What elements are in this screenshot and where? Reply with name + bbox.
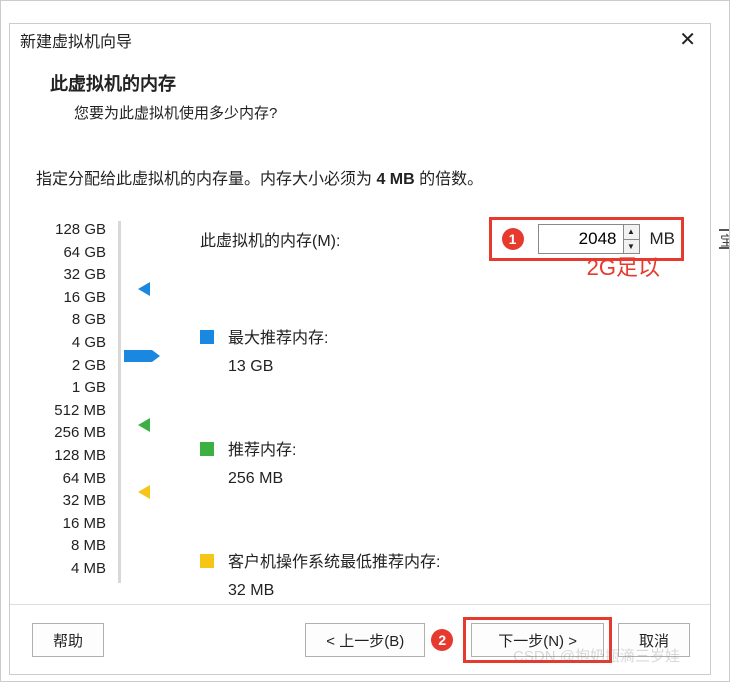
annotation-badge-1: 1 xyxy=(502,228,524,250)
page-title: 此虚拟机的内存 xyxy=(50,70,690,96)
tick: 1 GB xyxy=(36,377,106,400)
instruction-post: 的倍数。 xyxy=(415,171,483,188)
highlight-box-2: 下一步(N) > xyxy=(463,617,612,663)
square-icon-rec xyxy=(200,442,214,456)
page-subtitle: 您要为此虚拟机使用多少内存? xyxy=(74,102,690,123)
reco-min-value: 32 MB xyxy=(228,578,440,604)
slider-ticks: 128 GB 64 GB 32 GB 16 GB 8 GB 4 GB 2 GB … xyxy=(36,219,108,604)
footer: 帮助 < 上一步(B) 2 下一步(N) > 取消 xyxy=(10,604,710,677)
reco-max-value: 13 GB xyxy=(228,354,328,380)
tick: 32 GB xyxy=(36,264,106,287)
tick: 16 MB xyxy=(36,513,106,536)
reco-rec-value: 256 MB xyxy=(228,466,296,492)
spin-up-icon[interactable]: ▲ xyxy=(624,225,639,240)
reco-max-label: 最大推荐内存: xyxy=(228,326,328,352)
header: 此虚拟机的内存 您要为此虚拟机使用多少内存? xyxy=(10,60,710,145)
tick: 4 GB xyxy=(36,332,106,355)
next-button[interactable]: 下一步(N) > xyxy=(471,623,604,657)
window-title: 新建虚拟机向导 xyxy=(20,28,132,52)
rec-pointer-icon xyxy=(138,418,150,432)
back-button[interactable]: < 上一步(B) xyxy=(305,623,425,657)
reco-max: 最大推荐内存: 13 GB xyxy=(200,326,684,380)
tick: 512 MB xyxy=(36,400,106,423)
min-pointer-icon xyxy=(138,485,150,499)
tick: 256 MB xyxy=(36,422,106,445)
cancel-button[interactable]: 取消 xyxy=(618,623,690,657)
tick: 128 GB xyxy=(36,219,106,242)
tick: 32 MB xyxy=(36,490,106,513)
close-icon[interactable]: ✕ xyxy=(673,28,702,52)
tick: 128 MB xyxy=(36,445,106,468)
wizard-dialog: 新建虚拟机向导 ✕ 此虚拟机的内存 您要为此虚拟机使用多少内存? 指定分配给此虚… xyxy=(9,23,711,675)
memory-input[interactable] xyxy=(539,225,623,253)
memory-slider[interactable] xyxy=(110,219,128,604)
instruction-bold: 4 MB xyxy=(376,171,414,188)
titlebar: 新建虚拟机向导 ✕ xyxy=(10,24,710,60)
annotation-badge-2: 2 xyxy=(431,629,453,651)
tick: 64 MB xyxy=(36,468,106,491)
pointer-column xyxy=(138,219,194,604)
help-button[interactable]: 帮助 xyxy=(32,623,104,657)
annotation-text: 2G足以 xyxy=(587,250,660,282)
tick: 8 MB xyxy=(36,535,106,558)
slider-track xyxy=(118,221,121,583)
tick: 8 GB xyxy=(36,309,106,332)
instruction-text: 指定分配给此虚拟机的内存量。内存大小必须为 4 MB 的倍数。 xyxy=(36,165,684,189)
reco-rec-label: 推荐内存: xyxy=(228,438,296,464)
tick: 16 GB xyxy=(36,287,106,310)
square-icon-min xyxy=(200,554,214,568)
slider-thumb[interactable] xyxy=(124,350,152,362)
tick: 4 MB xyxy=(36,558,106,581)
tick: 2 GB xyxy=(36,355,106,378)
reco-rec: 推荐内存: 256 MB xyxy=(200,438,684,492)
memory-label: 此虚拟机的内存(M): xyxy=(200,227,481,251)
bg-stub: 宝 xyxy=(719,229,729,249)
square-icon-max xyxy=(200,330,214,344)
tick: 64 GB xyxy=(36,242,106,265)
instruction-pre: 指定分配给此虚拟机的内存量。内存大小必须为 xyxy=(36,171,376,188)
max-pointer-icon xyxy=(138,282,150,296)
reco-min: 客户机操作系统最低推荐内存: 32 MB xyxy=(200,550,684,604)
content: 指定分配给此虚拟机的内存量。内存大小必须为 4 MB 的倍数。 128 GB 6… xyxy=(10,145,710,604)
memory-unit: MB xyxy=(650,229,676,249)
reco-min-label: 客户机操作系统最低推荐内存: xyxy=(228,550,440,576)
